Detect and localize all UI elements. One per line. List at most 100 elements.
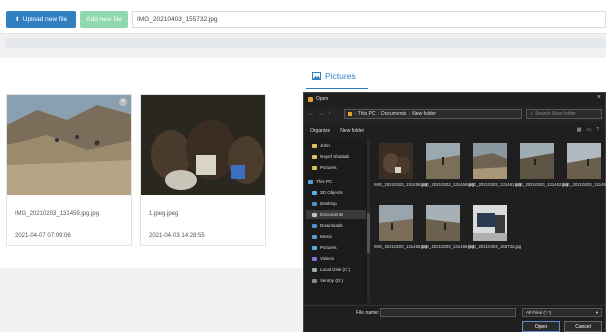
folder-icon (312, 165, 317, 170)
file-name: IMG_20210203_131466.jpg (421, 244, 475, 249)
scroll-thumb[interactable] (367, 213, 370, 253)
selected-file-field[interactable]: IMG_20210403_155732.jpg (132, 11, 606, 28)
file-type-select[interactable]: All Files (*.*) ▾ (522, 308, 602, 317)
back-arrow-icon[interactable]: ← (308, 111, 314, 117)
tree-item-videos[interactable]: Videos (312, 254, 334, 263)
navigation-tree: John Nayef Shabab Pictures This PC 3D Ob… (304, 139, 370, 303)
file-name: IMG_20210203_131459.jpg (421, 182, 475, 187)
organize-menu[interactable]: Organize (310, 128, 330, 134)
tree-item-this-pc[interactable]: This PC (308, 177, 332, 186)
picture-icon (312, 72, 321, 80)
file-item[interactable]: IMG_20210203_131462.jpg (515, 143, 569, 187)
card-date: 2021-04-07 07:09:06 (15, 233, 71, 239)
tree-item-documents[interactable]: Documents (306, 210, 366, 219)
folder-icon (312, 154, 317, 159)
chevron-down-icon: ▾ (595, 309, 598, 315)
tab-underline (306, 88, 368, 89)
file-type-value: All Files (*.*) (526, 310, 552, 315)
new-folder-button[interactable]: New folder (340, 128, 364, 134)
upload-toolbar: ⬆ Upload new file Add new file IMG_20210… (0, 0, 606, 34)
file-item[interactable]: IMG_20210403_155732.jpg (468, 205, 522, 249)
tree-item-desktop[interactable]: Desktop (312, 199, 337, 208)
tree-item-music[interactable]: Music (312, 232, 332, 241)
tree-item-pictures-pc[interactable]: Pictures (312, 243, 337, 252)
folder-icon (348, 112, 352, 116)
upload-icon: ⬆ (14, 17, 20, 23)
file-thumbnail (379, 205, 413, 241)
file-thumbnail (426, 205, 460, 241)
address-bar[interactable]: › This PC › Documents › New folder (344, 109, 522, 119)
view-options-icon[interactable]: ▦ (577, 127, 582, 133)
tree-item-ventoy[interactable]: Ventoy (D:) (312, 276, 343, 285)
card-thumbnail (7, 95, 131, 195)
picture-icon (312, 245, 317, 250)
search-input[interactable]: ⌕ Search New folder (526, 109, 602, 119)
breadcrumb-this-pc[interactable]: This PC (358, 111, 376, 117)
file-item[interactable]: IMG_20210203_131465.jpg (374, 205, 428, 249)
dialog-app-icon (308, 96, 313, 102)
file-item[interactable]: IMG_20210203_131459.jpg (421, 143, 475, 187)
file-thumbnail (379, 143, 413, 179)
document-icon (312, 212, 317, 217)
file-thumbnail (473, 143, 507, 179)
open-file-dialog: Open × ← → ↑ › This PC › Documents › New… (303, 92, 606, 332)
search-placeholder: Search New folder (534, 111, 576, 117)
cancel-button[interactable]: Cancel (564, 321, 602, 332)
open-button[interactable]: Open (522, 321, 560, 332)
cube-icon (312, 190, 317, 195)
preview-pane-icon[interactable]: ▭ (586, 127, 591, 133)
tree-item-local-disk[interactable]: Local Disk (C:) (312, 265, 350, 274)
breadcrumb-new-folder[interactable]: New folder (412, 111, 436, 117)
help-icon[interactable]: ? (596, 127, 599, 133)
remove-icon[interactable]: × (119, 98, 127, 106)
gallery-card[interactable]: 1.jpeg.jpeg 2021-04-03 14:28:55 (140, 94, 266, 246)
dialog-footer: File name: All Files (*.*) ▾ Open Cancel (304, 305, 605, 332)
progress-strip (6, 38, 606, 48)
tree-scrollbar[interactable] (367, 139, 370, 303)
dialog-toolbar: Organize New folder ▦ ▭ ? (304, 125, 605, 137)
dialog-title: Open (316, 96, 329, 102)
file-thumbnail (473, 205, 507, 241)
usb-drive-icon (312, 278, 317, 283)
file-name: IMG_20210203_131463.jpg (562, 182, 606, 187)
gallery-title: Pictures (312, 68, 356, 84)
file-item[interactable]: IMG_20210203_131458.jpg (374, 143, 428, 187)
video-icon (312, 256, 317, 261)
file-name-label: File name: (356, 310, 380, 316)
card-date: 2021-04-03 14:28:55 (149, 233, 205, 239)
drive-icon (312, 267, 317, 272)
close-icon[interactable]: × (597, 94, 601, 101)
file-name: IMG_20210203_131458.jpg (374, 182, 428, 187)
file-name: IMG_20210203_131461.jpg (468, 182, 522, 187)
gallery-title-text: Pictures (325, 71, 356, 81)
file-grid: IMG_20210203_131458.jpg IMG_20210203_131… (374, 143, 606, 303)
file-item[interactable]: IMG_20210203_131466.jpg (421, 205, 475, 249)
file-name: IMG_20210203_131465.jpg (374, 244, 428, 249)
add-new-file-button[interactable]: Add new file (80, 11, 128, 28)
breadcrumb-documents[interactable]: Documents (381, 111, 406, 117)
file-item[interactable]: IMG_20210203_131463.jpg (562, 143, 606, 187)
tree-item-nayef-shabab[interactable]: Nayef Shabab (312, 152, 349, 161)
file-item[interactable]: IMG_20210203_131461.jpg (468, 143, 522, 187)
dialog-navbar: ← → ↑ › This PC › Documents › New folder… (304, 106, 605, 122)
gallery-card[interactable]: × IMG_20210203_131459.jpg.jpg 2021-04-07… (6, 94, 132, 246)
tree-item-john[interactable]: John (312, 141, 330, 150)
up-arrow-icon[interactable]: ↑ (328, 111, 331, 117)
download-icon (312, 223, 317, 228)
upload-new-file-button[interactable]: ⬆ Upload new file (6, 11, 76, 28)
card-filename: 1.jpeg.jpeg (149, 211, 179, 217)
tree-item-downloads[interactable]: Downloads (312, 221, 343, 230)
tree-item-3d-objects[interactable]: 3D Objects (312, 188, 343, 197)
search-icon: ⌕ (530, 111, 533, 117)
card-thumbnail (141, 95, 265, 195)
card-filename: IMG_20210203_131459.jpg.jpg (15, 211, 100, 217)
file-name: IMG_20210203_131462.jpg (515, 182, 569, 187)
folder-icon (312, 143, 317, 148)
tree-item-pictures[interactable]: Pictures (312, 163, 337, 172)
music-icon (312, 234, 317, 239)
forward-arrow-icon[interactable]: → (318, 111, 324, 117)
file-name: IMG_20210403_155732.jpg (468, 244, 522, 249)
upload-button-label: Upload new file (22, 16, 68, 23)
file-name-input[interactable] (380, 308, 516, 317)
file-thumbnail (426, 143, 460, 179)
